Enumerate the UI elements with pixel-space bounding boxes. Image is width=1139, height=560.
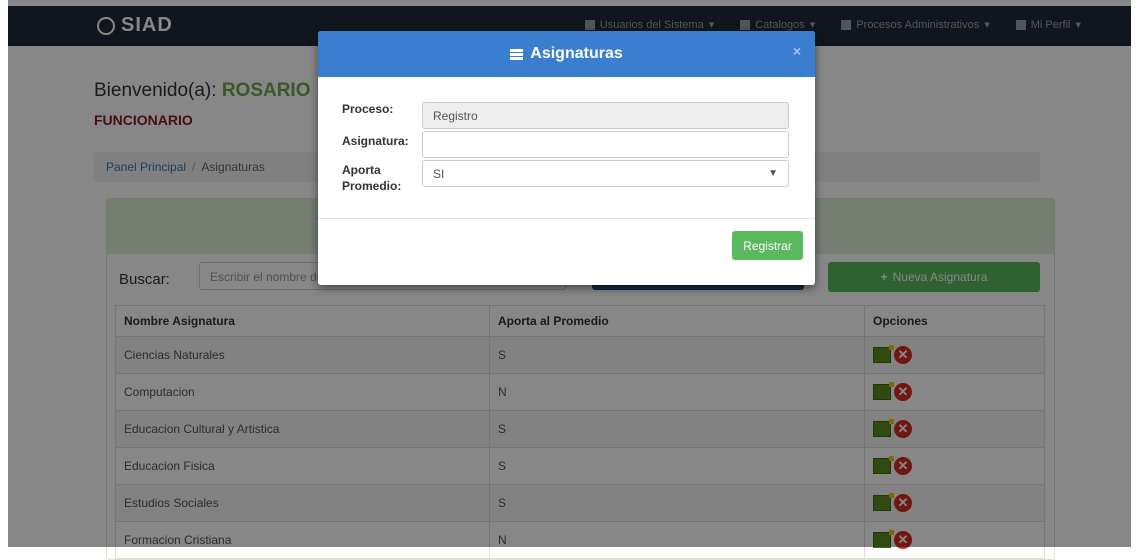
proceso-field: Registro <box>422 102 789 129</box>
modal-title: Asignaturas <box>530 45 623 62</box>
list-icon <box>510 48 524 60</box>
proceso-label: Proceso: <box>342 102 394 116</box>
proceso-value: Registro <box>433 108 478 123</box>
modal-header: Asignaturas × <box>318 31 815 77</box>
left-border <box>0 0 8 547</box>
aporta-label: Aporta Promedio: <box>342 162 401 194</box>
asignatura-label: Asignatura: <box>342 134 409 148</box>
registrar-button[interactable]: Registrar <box>732 231 803 260</box>
asignaturas-modal: Asignaturas × Proceso: Registro Asignatu… <box>318 31 815 285</box>
aporta-label-line2: Promedio: <box>342 179 402 193</box>
page: SIAD Usuarios del Sistema ▾ Catalogos ▾ Pr… <box>0 0 1139 560</box>
chevron-down-icon: ▼ <box>768 168 778 179</box>
close-icon[interactable]: × <box>793 43 801 59</box>
right-border <box>1131 0 1139 547</box>
aporta-promedio-value: SI <box>433 166 445 181</box>
aporta-promedio-select[interactable]: SI ▼ <box>422 160 789 187</box>
modal-divider <box>318 218 815 219</box>
asignatura-input[interactable] <box>422 131 789 158</box>
aporta-label-line1: Aporta <box>342 163 381 177</box>
